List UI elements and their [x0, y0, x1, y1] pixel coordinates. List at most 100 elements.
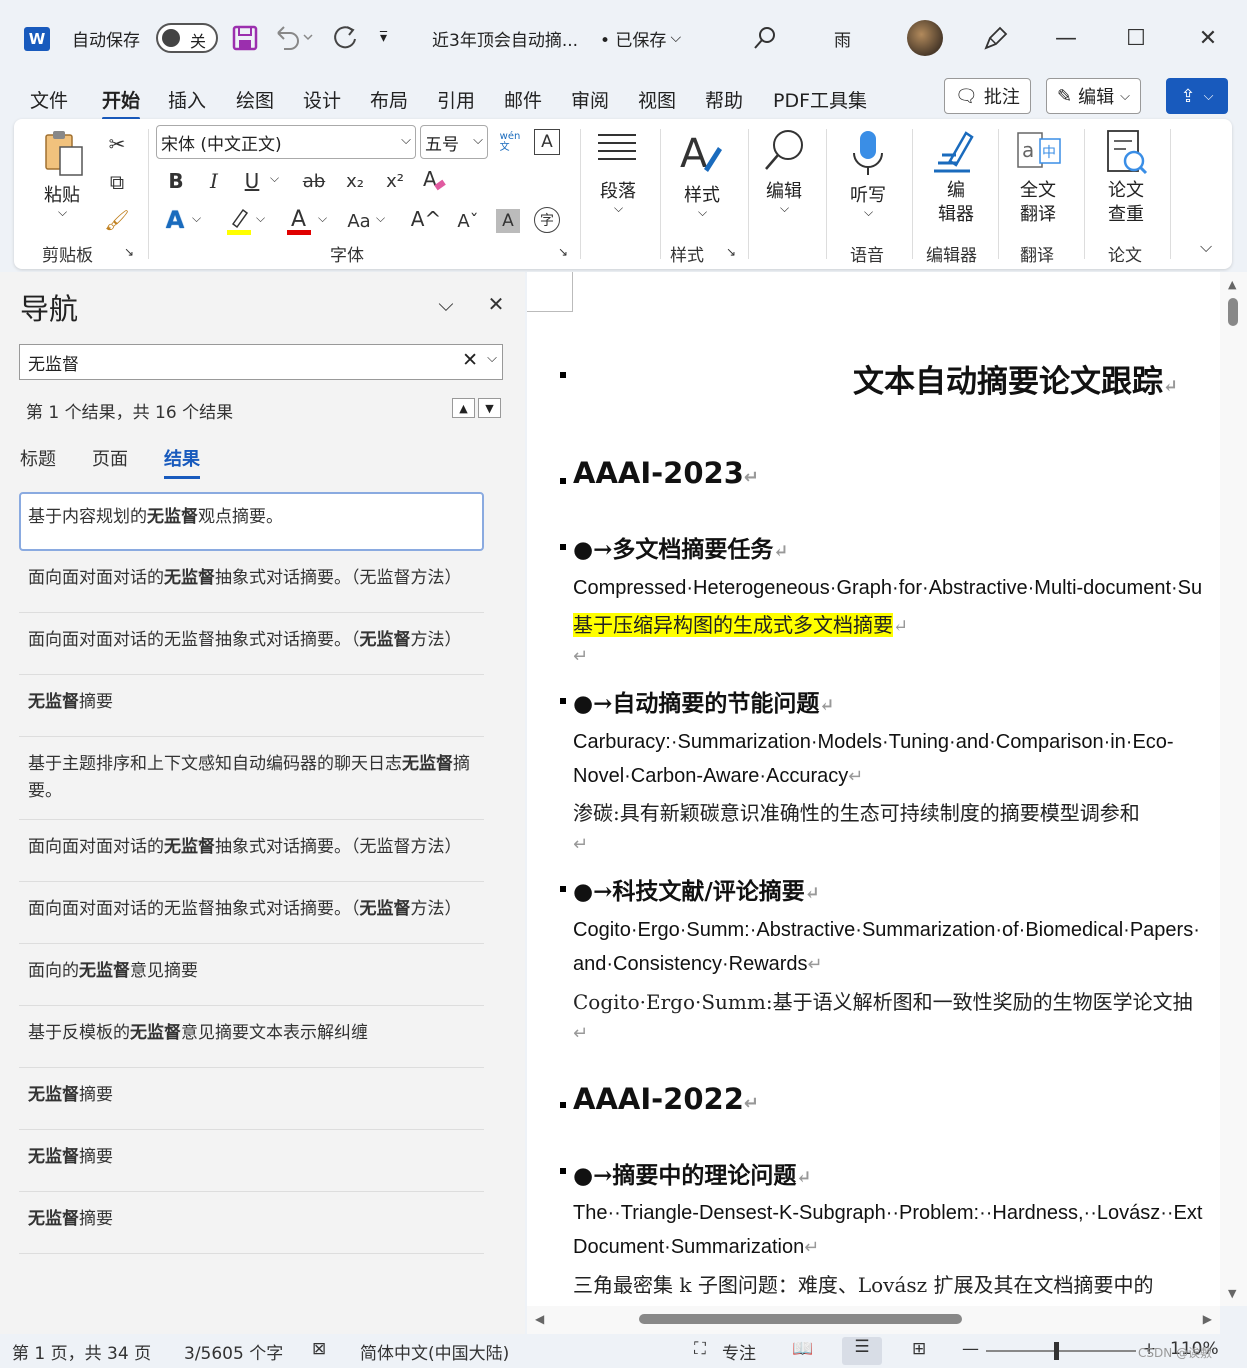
styles-button[interactable]: 样式 [684, 181, 720, 207]
paste-icon[interactable] [42, 129, 88, 179]
tab-references[interactable]: 引用 [437, 86, 475, 113]
search-result-item[interactable]: 无监督摘要 [19, 1192, 484, 1254]
user-name[interactable]: 雨 [834, 22, 851, 54]
strikethrough-button[interactable]: ab [300, 167, 328, 195]
chevron-down-icon[interactable]: ⌵ [58, 205, 67, 220]
comment-button[interactable]: 🗨 批注 [944, 78, 1031, 114]
customize-icon[interactable]: ▾̅ [380, 22, 387, 54]
next-result-button[interactable]: ▼ [478, 398, 501, 418]
tab-design[interactable]: 设计 [303, 86, 341, 113]
dialog-launcher-icon[interactable]: ↘ [726, 245, 736, 259]
word-count[interactable]: 3/5605 个字 [184, 1339, 283, 1364]
language-status[interactable]: 简体中文(中国大陆) [360, 1339, 509, 1364]
scroll-right-icon[interactable]: ▶ [1203, 1312, 1212, 1326]
avatar[interactable] [907, 20, 943, 56]
tab-pdf-tools[interactable]: PDF工具集 [773, 86, 867, 113]
focus-mode-button[interactable]: 专注 [722, 1339, 756, 1364]
editor-button[interactable]: 编 辑器 [938, 179, 974, 227]
zoom-slider-thumb[interactable] [1054, 1342, 1059, 1360]
search-result-item[interactable]: 面向面对面对话的无监督抽象式对话摘要。（无监督方法） [19, 820, 484, 882]
scroll-up-icon[interactable]: ▲ [1228, 278, 1236, 291]
dialog-launcher-icon[interactable]: ↘ [558, 245, 568, 259]
paragraph-button[interactable]: 段落 [600, 177, 636, 203]
search-input[interactable]: 无监督 ✕ ⌵ [19, 344, 503, 380]
subscript-button[interactable]: x₂ [342, 167, 368, 195]
horizontal-scrollbar[interactable]: ◀ ▶ [527, 1306, 1220, 1334]
tab-insert[interactable]: 插入 [168, 86, 206, 113]
phonetic-guide-icon[interactable]: wén 文 [496, 127, 524, 157]
editor-icon[interactable] [930, 127, 976, 177]
scroll-left-icon[interactable]: ◀ [535, 1312, 544, 1326]
tab-review[interactable]: 审阅 [571, 86, 609, 113]
horizontal-scroll-thumb[interactable] [639, 1314, 962, 1324]
close-icon[interactable]: ✕ [482, 290, 510, 318]
tab-mailings[interactable]: 邮件 [504, 86, 542, 113]
search-result-item[interactable]: 面向面对面对话的无监督抽象式对话摘要。（无监督方法） [19, 613, 484, 675]
proofing-icon[interactable]: ⊠ [312, 1339, 326, 1359]
search-result-item[interactable]: 面向面对面对话的无监督抽象式对话摘要。（无监督方法） [19, 551, 484, 613]
paste-button[interactable]: 粘贴 [44, 181, 80, 207]
highlight-color-button[interactable] [224, 203, 254, 237]
print-layout-icon[interactable]: ☰ [842, 1337, 882, 1365]
document-title[interactable]: 近3年顶会自动摘... [432, 22, 578, 54]
document-canvas[interactable]: 文本自动摘要论文跟踪↵ AAAI-2023↵ ●→多文档摘要任务↵ Compre… [527, 272, 1220, 1306]
zoom-slider[interactable] [986, 1342, 1136, 1360]
character-shading-button[interactable]: A [496, 209, 520, 233]
page-count[interactable]: 第 1 页，共 34 页 [12, 1339, 151, 1364]
dialog-launcher-icon[interactable]: ↘ [124, 245, 134, 259]
grow-font-button[interactable]: A^ [411, 205, 441, 233]
undo-icon[interactable] [274, 22, 314, 54]
tab-view[interactable]: 视图 [638, 86, 676, 113]
translate-icon[interactable]: a中 [1016, 129, 1062, 179]
underline-button[interactable]: U [240, 167, 264, 195]
font-size-select[interactable]: 五号 ⌵ [420, 125, 488, 159]
paragraph-icon[interactable] [594, 129, 640, 179]
chevron-down-icon[interactable]: ⌵ [487, 351, 497, 366]
bold-button[interactable]: B [164, 167, 188, 195]
character-border-icon[interactable]: A [534, 129, 560, 155]
vertical-scrollbar[interactable]: ▲ ▼ [1220, 272, 1247, 1306]
italic-button[interactable]: I [202, 167, 226, 195]
tab-draw[interactable]: 绘图 [236, 86, 274, 113]
share-button[interactable]: ⇪ ⌵ [1166, 78, 1228, 114]
search-result-item[interactable]: 无监督摘要 [19, 1068, 484, 1130]
tab-help[interactable]: 帮助 [705, 86, 743, 113]
pane-options-icon[interactable]: ⌵ [432, 290, 460, 318]
microphone-icon[interactable] [846, 129, 892, 179]
save-icon[interactable] [232, 22, 258, 54]
dictate-button[interactable]: 听写 [850, 181, 886, 207]
tab-file[interactable]: 文件 [30, 86, 68, 113]
format-painter-icon[interactable]: 🖌 [104, 207, 130, 233]
search-result-item[interactable]: 基于内容规划的无监督观点摘要。 [19, 492, 484, 551]
chevron-down-icon[interactable]: ⌵ [698, 205, 707, 220]
font-name-select[interactable]: 宋体 (中文正文) ⌵ [156, 125, 416, 159]
search-result-item[interactable]: 面向的无监督意见摘要 [19, 944, 484, 1006]
editing-button[interactable]: 编辑 [766, 177, 802, 203]
translate-button[interactable]: 全文 翻译 [1020, 179, 1056, 227]
tab-pages[interactable]: 页面 [92, 445, 128, 471]
previous-result-button[interactable]: ▲ [452, 398, 475, 418]
change-case-button[interactable]: Aa [344, 207, 374, 235]
tab-home[interactable]: 开始 [102, 86, 141, 120]
search-result-item[interactable]: 面向面对面对话的无监督抽象式对话摘要。（无监督方法） [19, 882, 484, 944]
chevron-down-icon[interactable]: ⌵ [376, 211, 385, 226]
redo-icon[interactable] [332, 22, 358, 54]
search-result-item[interactable]: 基于主题排序和上下文感知自动编码器的聊天日志无监督摘要。 [19, 737, 484, 820]
editing-mode-button[interactable]: ✎ 编辑 ⌵ [1046, 78, 1141, 114]
paper-check-button[interactable]: 论文 查重 [1108, 179, 1144, 227]
font-color-button[interactable]: A [284, 203, 314, 237]
superscript-button[interactable]: x² [382, 167, 408, 195]
chevron-down-icon[interactable]: ⌵ [780, 201, 789, 216]
chevron-down-icon[interactable]: ⌵ [864, 205, 873, 220]
saved-status[interactable]: • 已保存 ⌵ [600, 22, 681, 54]
chevron-down-icon[interactable]: ⌵ [256, 211, 265, 226]
maximize-icon[interactable]: ☐ [1118, 22, 1154, 54]
text-effects-icon[interactable]: A [162, 205, 188, 235]
autosave-toggle[interactable]: 关 [156, 23, 218, 53]
read-mode-icon[interactable]: 📖 [792, 1339, 813, 1359]
tab-results[interactable]: 结果 [164, 445, 200, 479]
enclose-characters-button[interactable]: 字 [534, 207, 560, 233]
chevron-down-icon[interactable]: ⌵ [192, 211, 201, 226]
clear-formatting-icon[interactable]: A [420, 165, 450, 195]
chevron-down-icon[interactable]: ⌵ [614, 201, 623, 216]
